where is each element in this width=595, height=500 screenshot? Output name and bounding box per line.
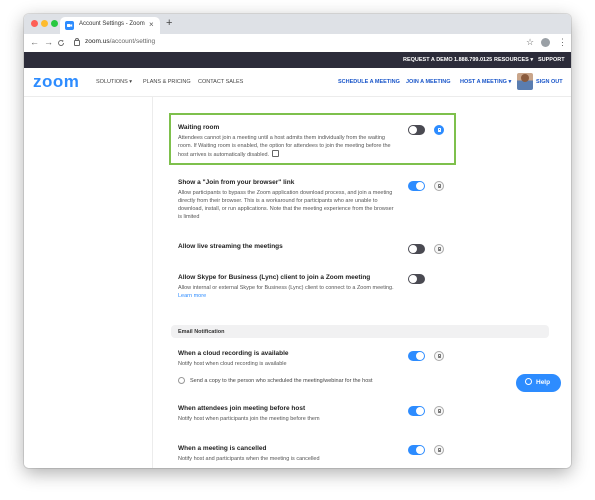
setting-description: Notify host when cloud recording is avai… <box>178 361 287 367</box>
setting-description-text: Attendees cannot join a meeting until a … <box>178 135 391 158</box>
live-streaming-lock-icon[interactable] <box>434 244 444 254</box>
bookmark-star-icon[interactable]: ☆ <box>526 37 534 48</box>
setting-waiting-room: Waiting room Attendees cannot join a mee… <box>178 124 396 159</box>
profile-icon[interactable] <box>541 38 550 47</box>
live-streaming-toggle[interactable] <box>408 244 425 254</box>
cloud-recording-lock-icon[interactable] <box>434 351 444 361</box>
phone-number[interactable]: 1.888.799.0125 <box>454 57 492 63</box>
back-arrow-icon[interactable]: ← <box>30 37 39 48</box>
join-before-host-toggle[interactable] <box>408 406 425 416</box>
waiting-room-toggle[interactable] <box>408 125 425 135</box>
setting-title: Show a "Join from your browser" link <box>178 179 295 186</box>
minimize-window-button[interactable] <box>41 20 48 27</box>
external-link-icon[interactable] <box>272 150 280 157</box>
main-nav: zoom SOLUTIONS ▾ PLANS & PRICING CONTACT… <box>24 68 571 97</box>
setting-description: Allow participants to bypass the Zoom ap… <box>178 190 394 220</box>
setting-title: When attendees join meeting before host <box>178 405 306 412</box>
setting-cloud-recording-available: When a cloud recording is available Noti… <box>178 350 396 368</box>
browser-tab[interactable]: Account Settings - Zoom × <box>60 17 160 34</box>
toggle-knob <box>416 352 424 360</box>
toggle-knob <box>416 182 424 190</box>
join-before-host-lock-icon[interactable] <box>434 406 444 416</box>
setting-join-from-browser: Show a "Join from your browser" link All… <box>178 179 396 221</box>
sidebar-divider <box>152 97 153 468</box>
lock-icon <box>74 38 80 46</box>
setting-title: When a meeting is cancelled <box>178 445 267 452</box>
close-window-button[interactable] <box>31 20 38 27</box>
setting-attendees-join-before-host: When attendees join meeting before host … <box>178 405 396 423</box>
zoom-logo[interactable]: zoom <box>33 72 79 92</box>
setting-description: Attendees cannot join a meeting until a … <box>178 134 396 159</box>
setting-title: Waiting room <box>178 124 220 131</box>
chat-bubble-icon <box>525 378 532 385</box>
section-title: Email Notification <box>178 329 225 335</box>
toggle-knob <box>416 407 424 415</box>
browser-window: Account Settings - Zoom × + ← → zoom.us/… <box>24 14 571 468</box>
learn-more-link[interactable]: Learn more <box>178 293 206 299</box>
meeting-cancelled-lock-icon[interactable] <box>434 445 444 455</box>
help-button[interactable]: Help <box>516 374 561 392</box>
setting-title: Allow live streaming the meetings <box>178 243 283 250</box>
join-from-browser-lock-icon[interactable] <box>434 181 444 191</box>
maximize-window-button[interactable] <box>51 20 58 27</box>
reload-icon[interactable] <box>57 37 65 50</box>
meeting-cancelled-toggle[interactable] <box>408 445 425 455</box>
address-bar: ← → zoom.us/account/setting ☆ ⋮ <box>24 34 571 53</box>
tab-bar: Account Settings - Zoom × + <box>24 14 571 34</box>
send-copy-label: Send a copy to the person who scheduled … <box>190 378 373 384</box>
solutions-menu[interactable]: SOLUTIONS ▾ <box>96 79 132 85</box>
join-from-browser-toggle[interactable] <box>408 181 425 191</box>
request-demo-link[interactable]: REQUEST A DEMO <box>403 57 453 63</box>
avatar[interactable] <box>517 73 533 90</box>
setting-title: Allow Skype for Business (Lync) client t… <box>178 274 371 281</box>
waiting-room-lock-icon[interactable] <box>434 125 444 135</box>
send-copy-checkbox[interactable] <box>178 377 185 384</box>
tab-close-icon[interactable]: × <box>149 20 154 29</box>
setting-description: Allow internal or external Skype for Bus… <box>178 284 396 300</box>
sign-out-link[interactable]: SIGN OUT <box>536 79 563 85</box>
toggle-knob <box>416 446 424 454</box>
plans-pricing-link[interactable]: PLANS & PRICING <box>143 79 191 85</box>
help-label: Help <box>536 379 551 386</box>
skype-for-business-toggle[interactable] <box>408 274 425 284</box>
url-field[interactable]: zoom.us/account/setting <box>85 38 155 45</box>
cloud-recording-toggle[interactable] <box>408 351 425 361</box>
settings-content: Waiting room Attendees cannot join a mee… <box>24 97 571 468</box>
toggle-knob <box>409 275 417 283</box>
setting-description: Notify host when participants join the m… <box>178 416 320 422</box>
setting-meeting-cancelled: When a meeting is cancelled Notify host … <box>178 445 396 463</box>
new-tab-button[interactable]: + <box>166 18 172 29</box>
setting-description: Notify host and participants when the me… <box>178 456 320 462</box>
setting-skype-for-business: Allow Skype for Business (Lync) client t… <box>178 274 396 300</box>
url-host: zoom.us <box>85 38 110 45</box>
zoom-top-bar: REQUEST A DEMO 1.888.799.0125 RESOURCES … <box>24 52 571 68</box>
support-link[interactable]: SUPPORT <box>538 57 565 63</box>
setting-description-text: Allow internal or external Skype for Bus… <box>178 285 394 291</box>
schedule-meeting-link[interactable]: SCHEDULE A MEETING <box>338 79 400 85</box>
toggle-knob <box>409 126 417 134</box>
forward-arrow-icon[interactable]: → <box>44 37 53 48</box>
toggle-knob <box>409 245 417 253</box>
contact-sales-link[interactable]: CONTACT SALES <box>198 79 243 85</box>
resources-menu[interactable]: RESOURCES ▾ <box>494 57 533 63</box>
email-notification-section-header: Email Notification <box>171 325 549 338</box>
host-meeting-menu[interactable]: HOST A MEETING ▾ <box>460 79 511 85</box>
browser-menu-icon[interactable]: ⋮ <box>558 37 567 48</box>
tab-title: Account Settings - Zoom <box>79 21 145 27</box>
url-path: /account/setting <box>109 38 156 45</box>
join-meeting-link[interactable]: JOIN A MEETING <box>406 79 451 85</box>
setting-title: When a cloud recording is available <box>178 350 289 357</box>
zoom-favicon-icon <box>65 21 74 30</box>
setting-live-streaming: Allow live streaming the meetings <box>178 243 396 250</box>
